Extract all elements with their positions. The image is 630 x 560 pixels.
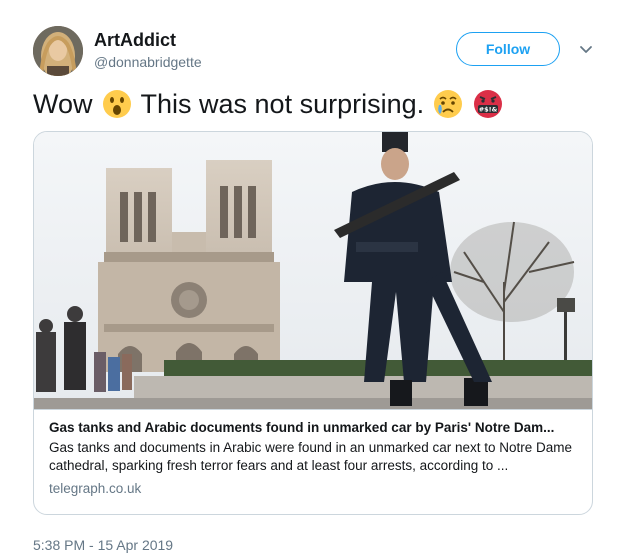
notre-dame-photo <box>34 132 592 409</box>
cursing-face-emoji-icon: #$!& <box>474 90 503 118</box>
tweet-text-part2: This was not surprising. <box>140 88 425 119</box>
crying-face-emoji-icon <box>434 90 463 118</box>
follow-button[interactable]: Follow <box>456 32 560 66</box>
avatar[interactable] <box>33 26 83 76</box>
tweet-text-part1: Wow <box>33 88 93 119</box>
card-description: Gas tanks and documents in Arabic were f… <box>49 440 573 473</box>
cursing-symbols: #$!& <box>479 106 498 114</box>
astonished-face-emoji-icon <box>102 90 131 118</box>
card-body[interactable]: Gas tanks and Arabic documents found in … <box>34 409 592 514</box>
chevron-down-icon[interactable] <box>578 42 594 58</box>
card-title[interactable]: Gas tanks and Arabic documents found in … <box>49 420 580 435</box>
user-handle[interactable]: @donnabridgette <box>94 54 202 70</box>
link-card[interactable]: Gas tanks and Arabic documents found in … <box>33 131 593 515</box>
card-domain[interactable]: telegraph.co.uk <box>49 481 580 496</box>
tweet-text: Wow This was not surprising. #$!& <box>33 88 504 120</box>
display-name[interactable]: ArtAddict <box>94 30 176 51</box>
timestamp[interactable]: 5:38 PM - 15 Apr 2019 <box>33 537 173 553</box>
card-image[interactable] <box>34 132 592 409</box>
